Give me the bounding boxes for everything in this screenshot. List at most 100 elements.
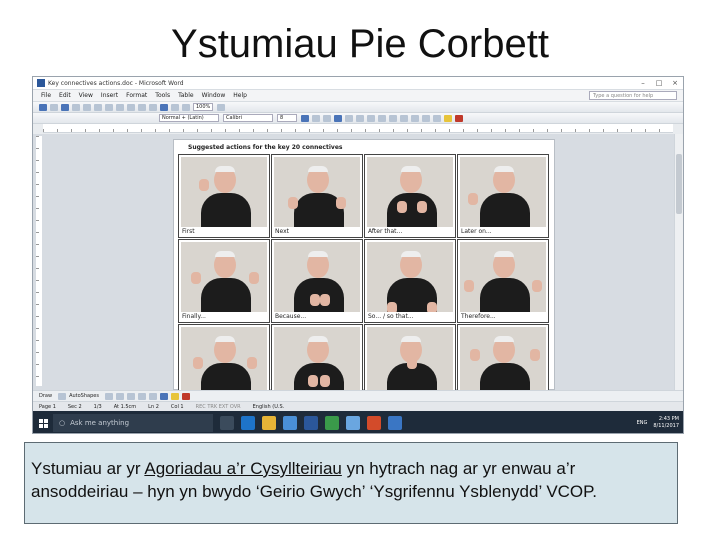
align-left-icon[interactable]	[334, 114, 342, 122]
oval-icon[interactable]	[137, 392, 146, 400]
size-select[interactable]: 8	[277, 114, 297, 122]
open-icon[interactable]	[50, 103, 58, 111]
file-explorer-icon[interactable]	[262, 416, 276, 430]
windows-logo-icon	[38, 418, 48, 428]
undo-icon[interactable]	[138, 103, 146, 111]
font-color-icon[interactable]	[455, 114, 463, 122]
ask-question-input[interactable]: Type a question for help	[589, 91, 677, 100]
action-caption: Therefore...	[461, 313, 496, 320]
caption-text-part1: Ystumiau ar yr	[31, 459, 145, 478]
bullets-icon[interactable]	[400, 114, 408, 122]
select-objects-icon[interactable]	[58, 392, 67, 400]
menu-table[interactable]: Table	[178, 92, 194, 99]
caption-underlined-text: Agoriadau a’r Cysyllteiriau	[144, 459, 342, 478]
menu-window[interactable]: Window	[202, 92, 226, 99]
status-bar: Page 1 Sec 2 1/3 At 1.5cm Ln 2 Col 1 REC…	[33, 401, 683, 411]
search-icon: ○	[59, 419, 66, 427]
menu-file[interactable]: File	[41, 92, 51, 99]
border-icon[interactable]	[433, 114, 441, 122]
wordart-icon[interactable]	[159, 392, 168, 400]
action-cell: Finally...	[178, 239, 270, 323]
zoom-select[interactable]: 100%	[193, 103, 214, 111]
title-bar: Key connectives actions.doc - Microsoft …	[33, 77, 683, 90]
gesture-photo	[460, 327, 546, 397]
draw-font-color-icon[interactable]	[181, 392, 190, 400]
columns-icon[interactable]	[182, 103, 190, 111]
action-caption: First	[182, 228, 195, 235]
action-cell: Later on...	[457, 154, 549, 238]
textbox-icon[interactable]	[148, 392, 157, 400]
justify-icon[interactable]	[367, 114, 375, 122]
tray-clock[interactable]: 2:43 PM 8/11/2017	[653, 416, 679, 430]
store-icon[interactable]	[283, 416, 297, 430]
bold-icon[interactable]	[301, 114, 309, 122]
menu-format[interactable]: Format	[126, 92, 147, 99]
word-taskbar-icon[interactable]	[304, 416, 318, 430]
hyperlink-icon[interactable]	[160, 103, 168, 111]
close-button[interactable]: ×	[667, 79, 683, 87]
start-button[interactable]	[33, 411, 53, 433]
rectangle-icon[interactable]	[126, 392, 135, 400]
save-icon[interactable]	[61, 103, 69, 111]
action-caption: Because...	[275, 313, 307, 320]
print-icon[interactable]	[72, 103, 80, 111]
status-at: At 1.5cm	[113, 403, 137, 410]
minimize-button[interactable]: –	[635, 79, 651, 87]
increase-indent-icon[interactable]	[422, 114, 430, 122]
task-view-icon[interactable]	[220, 416, 234, 430]
spelling-icon[interactable]	[94, 103, 102, 111]
fill-color-icon[interactable]	[170, 392, 179, 400]
action-caption: So... / so that...	[368, 313, 414, 320]
status-modes: REC TRK EXT OVR	[195, 403, 241, 410]
app-icon[interactable]	[388, 416, 402, 430]
status-page-count: 1/3	[93, 403, 102, 410]
copy-icon[interactable]	[116, 103, 124, 111]
menu-help[interactable]: Help	[233, 92, 247, 99]
autoshapes-menu[interactable]: AutoShapes	[69, 393, 99, 399]
edge-icon[interactable]	[241, 416, 255, 430]
cortana-search-box[interactable]: ○ Ask me anything	[53, 414, 213, 432]
action-cell: Because...	[271, 239, 363, 323]
chrome-icon[interactable]	[325, 416, 339, 430]
arrow-icon[interactable]	[115, 392, 124, 400]
numbering-icon[interactable]	[389, 114, 397, 122]
italic-icon[interactable]	[312, 114, 320, 122]
menu-view[interactable]: View	[79, 92, 93, 99]
style-select[interactable]: Normal + (Latin)	[159, 114, 219, 122]
underline-icon[interactable]	[323, 114, 331, 122]
caption-box: Ystumiau ar yr Agoriadau a’r Cysyllteiri…	[24, 442, 678, 524]
preview-icon[interactable]	[83, 103, 91, 111]
font-select[interactable]: Calibri	[223, 114, 273, 122]
align-center-icon[interactable]	[345, 114, 353, 122]
photos-icon[interactable]	[346, 416, 360, 430]
new-doc-icon[interactable]	[39, 103, 47, 111]
redo-icon[interactable]	[149, 103, 157, 111]
gesture-photo	[181, 157, 267, 227]
vertical-scrollbar[interactable]	[674, 134, 683, 390]
paste-icon[interactable]	[127, 103, 135, 111]
word-window-screenshot: Key connectives actions.doc - Microsoft …	[32, 76, 684, 434]
scroll-thumb[interactable]	[676, 154, 682, 214]
gesture-photo	[367, 327, 453, 397]
decrease-indent-icon[interactable]	[411, 114, 419, 122]
powerpoint-icon[interactable]	[367, 416, 381, 430]
action-cell: Next	[271, 154, 363, 238]
gesture-photo	[274, 327, 360, 397]
cut-icon[interactable]	[105, 103, 113, 111]
menu-edit[interactable]: Edit	[59, 92, 71, 99]
line-icon[interactable]	[104, 392, 113, 400]
gesture-photo	[181, 242, 267, 312]
document-page[interactable]: Suggested actions for the key 20 connect…	[173, 139, 555, 408]
help-icon[interactable]	[217, 103, 226, 111]
menu-insert[interactable]: Insert	[101, 92, 118, 99]
maximize-button[interactable]: □	[651, 79, 667, 87]
action-caption: Next	[275, 228, 289, 235]
drawing-toolbar: Draw AutoShapes	[33, 390, 683, 401]
system-tray: ENG 2:43 PM 8/11/2017	[637, 416, 683, 430]
draw-menu[interactable]: Draw	[39, 393, 52, 399]
line-spacing-icon[interactable]	[378, 114, 386, 122]
highlight-icon[interactable]	[444, 114, 452, 122]
table-icon[interactable]	[171, 103, 179, 111]
menu-tools[interactable]: Tools	[155, 92, 170, 99]
align-right-icon[interactable]	[356, 114, 364, 122]
